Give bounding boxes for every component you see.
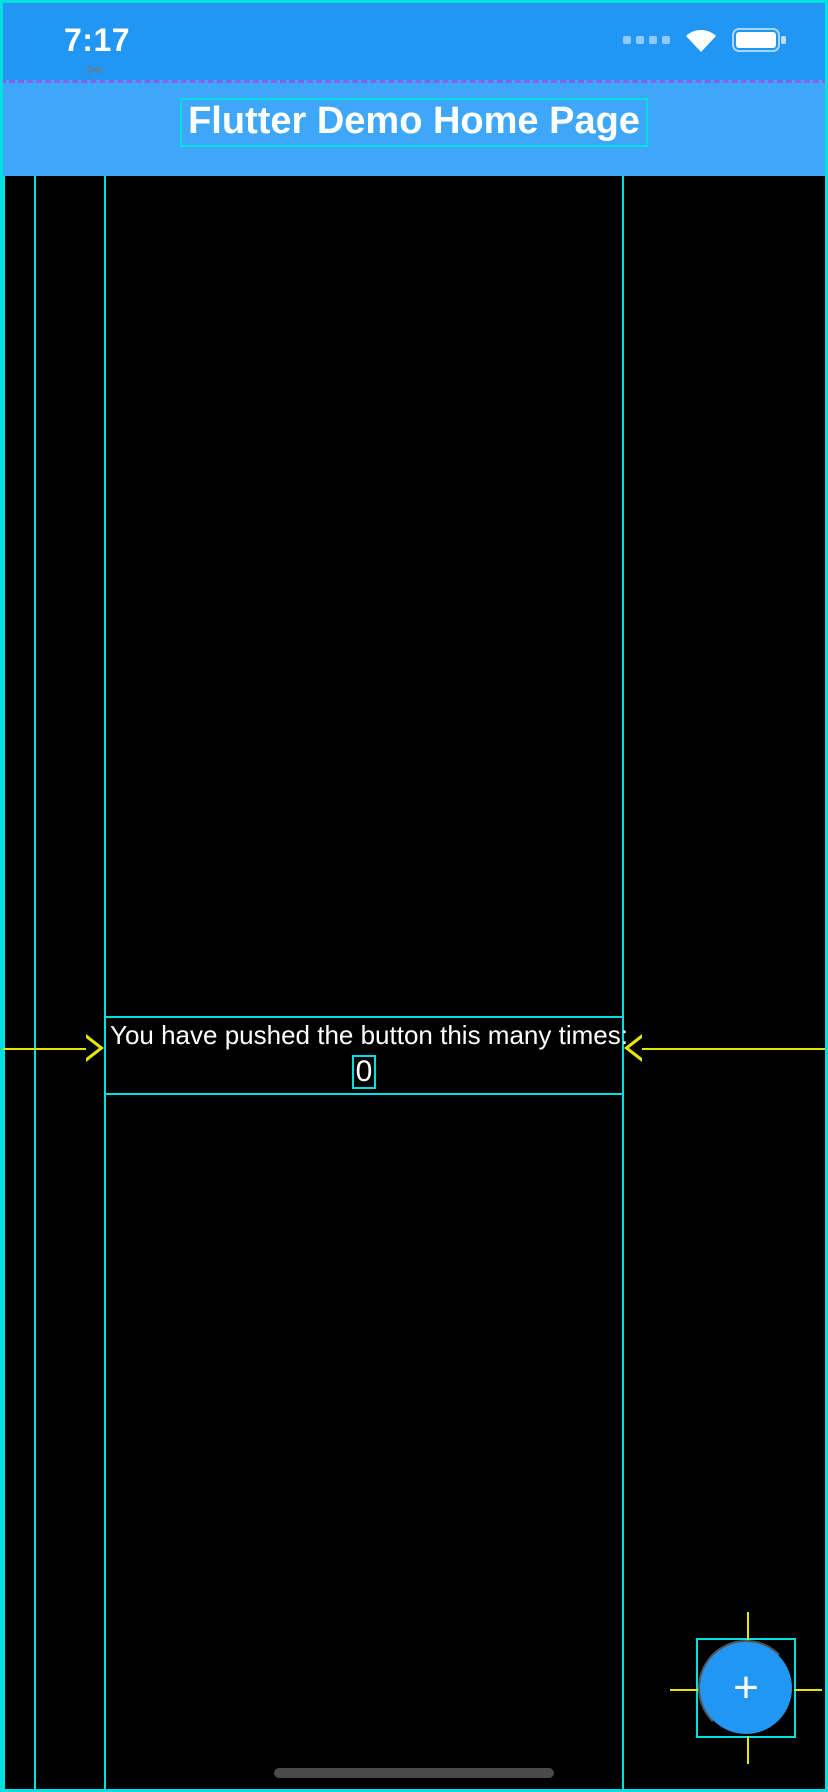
appbar-title-box: Flutter Demo Home Page xyxy=(180,98,648,147)
alignment-arrow-right xyxy=(628,1048,828,1050)
alignment-arrow-left xyxy=(0,1048,92,1050)
guide-line xyxy=(3,176,5,1792)
scissors-icon: ✂ xyxy=(86,58,104,84)
top-region: 7:17 ✂ Flutter Demo Home Page xyxy=(0,0,828,176)
battery-icon xyxy=(732,27,788,53)
status-time: 7:17 xyxy=(64,22,130,59)
push-count-value: 0 xyxy=(352,1055,377,1089)
fab-debug-box: + xyxy=(696,1638,796,1738)
wifi-icon xyxy=(684,27,718,53)
alignment-arrowhead xyxy=(629,1038,642,1058)
increment-fab[interactable]: + xyxy=(698,1640,794,1736)
cellular-icon xyxy=(623,36,670,44)
center-column: You have pushed the button this many tim… xyxy=(104,1016,624,1095)
page-title: Flutter Demo Home Page xyxy=(188,100,640,143)
scaffold-body: You have pushed the button this many tim… xyxy=(0,176,828,1792)
guide-line xyxy=(622,176,624,1792)
alignment-arrowhead xyxy=(86,1038,99,1058)
push-count-label: You have pushed the button this many tim… xyxy=(106,1018,622,1053)
status-bar: 7:17 xyxy=(0,0,828,80)
home-indicator xyxy=(274,1768,554,1778)
guide-line xyxy=(104,176,106,1792)
status-icons xyxy=(623,27,788,53)
plus-icon: + xyxy=(733,1666,759,1710)
guide-line xyxy=(34,176,36,1792)
